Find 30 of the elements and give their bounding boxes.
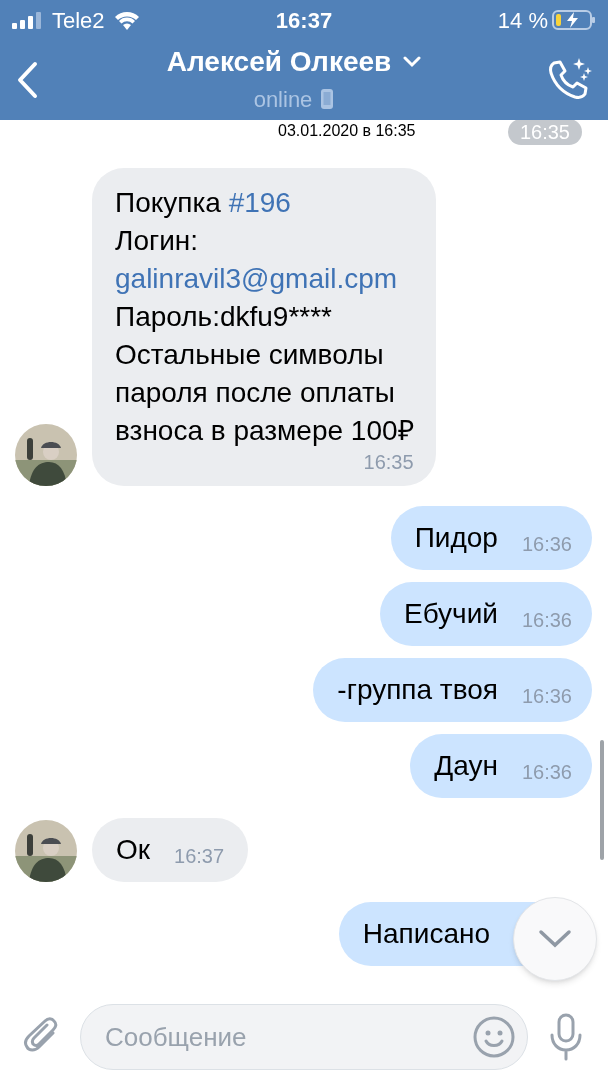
date-separator: 03.01.2020 в 16:35	[278, 121, 416, 141]
message-text: Ебучий	[403, 597, 498, 631]
signal-icon	[12, 11, 44, 29]
message-time: 16:37	[174, 844, 225, 869]
message-text: Написано	[362, 917, 490, 951]
battery-percent: 14 %	[497, 6, 548, 35]
online-status: online	[253, 85, 313, 114]
chevron-down-icon	[403, 55, 422, 68]
message-time: 16:36	[521, 608, 572, 633]
message-time: 16:36	[521, 760, 572, 785]
message-time: 16:36	[521, 532, 572, 557]
clock: 16:37	[274, 6, 334, 35]
carrier-name: Tele2	[52, 6, 105, 35]
emoji-icon[interactable]	[473, 1016, 515, 1058]
message-field[interactable]: Сообщение	[80, 1004, 528, 1070]
message-time: 16:36	[521, 684, 572, 709]
time-pill: 16:35	[507, 120, 582, 145]
chevron-down-icon	[538, 929, 572, 949]
message-text: Ок	[116, 833, 151, 867]
message-text: Покупка #196 Логин: galinravil3@gmail.cpm Пароль:dkfu9**** Остальные символы пароля после оплаты взноса в размере 100₽	[115, 186, 414, 448]
phone-icon	[320, 88, 335, 110]
link[interactable]: galinravil3@gmail.cpm	[115, 263, 398, 294]
message-text: Пидор	[414, 521, 498, 555]
microphone-icon	[549, 1013, 583, 1061]
message-text: Даун	[434, 749, 498, 783]
contact-name[interactable]: Алексей Олкеев	[166, 44, 392, 79]
message-time: 16:35	[363, 450, 414, 474]
link[interactable]: #196	[228, 187, 291, 218]
back-icon	[16, 61, 38, 99]
message-text: -группа твоя	[337, 673, 498, 707]
